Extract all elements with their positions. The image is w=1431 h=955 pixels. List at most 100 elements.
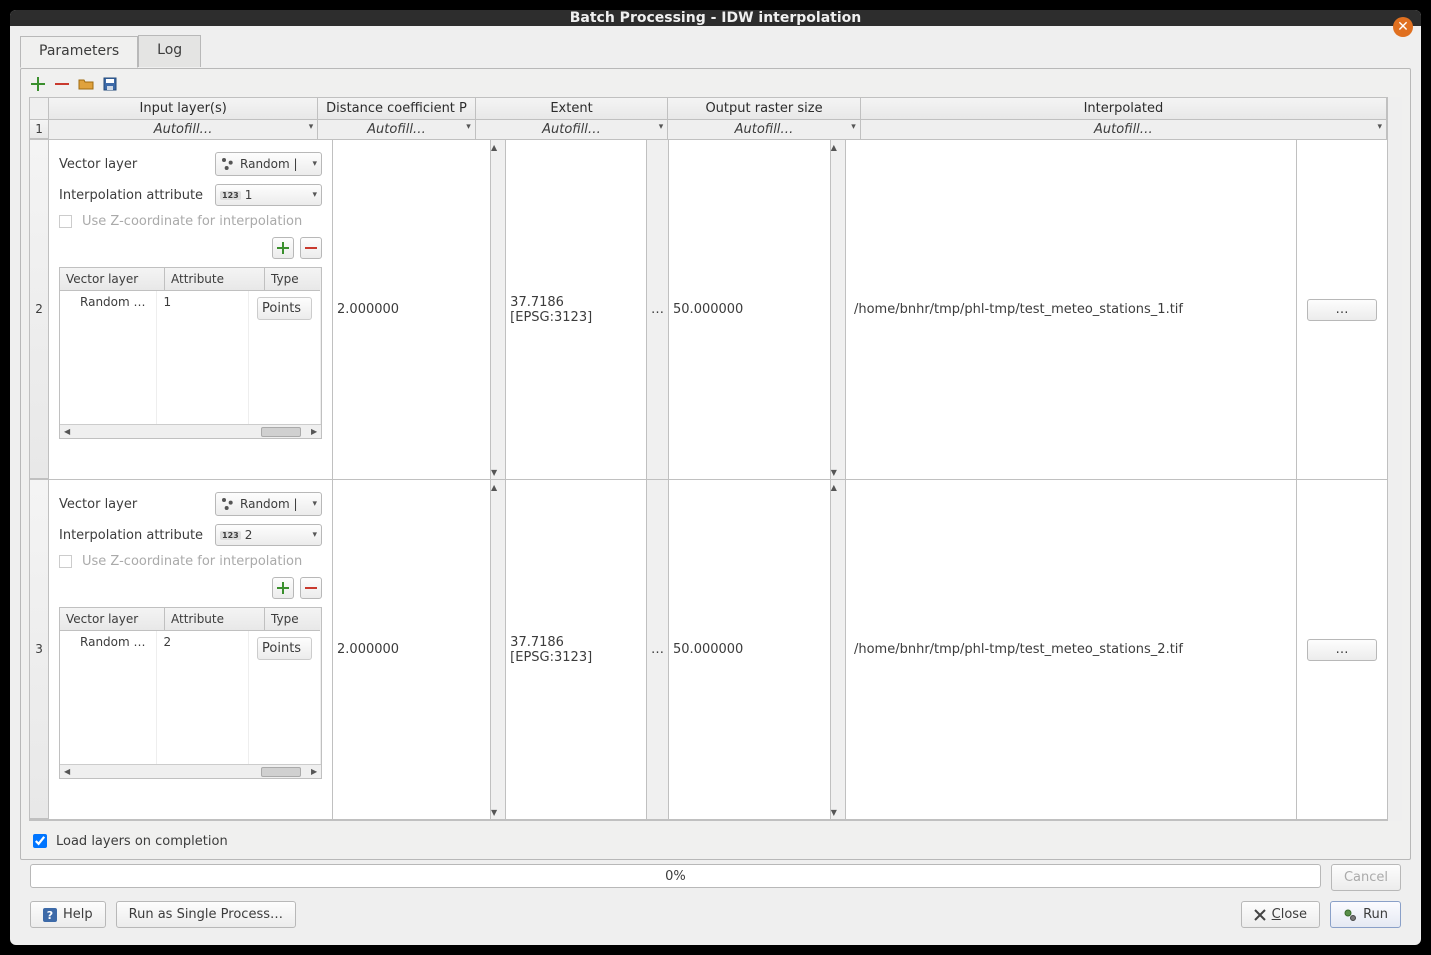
vector-layer-combo[interactable]: Random | <box>215 152 322 176</box>
cell-interpolated[interactable]: /home/bnhr/tmp/phl-tmp/test_meteo_statio… <box>846 140 1297 479</box>
add-layer-button[interactable] <box>272 237 294 259</box>
interpolated-path: /home/bnhr/tmp/phl-tmp/test_meteo_statio… <box>850 302 1292 317</box>
vector-layer-combo[interactable]: Random | <box>215 492 322 516</box>
save-icon[interactable] <box>101 75 119 93</box>
label-use-z: Use Z-coordinate for interpolation <box>82 554 302 569</box>
label-interp-attr: Interpolation attribute <box>59 528 209 543</box>
spin-up-icon[interactable]: ▲ <box>831 140 837 154</box>
scroll-left-icon[interactable]: ◀ <box>60 426 74 438</box>
inner-header-vector-layer[interactable]: Vector layer <box>60 608 165 631</box>
inner-attribute[interactable]: 2 <box>157 631 249 764</box>
cell-extent[interactable]: 37.7186 [EPSG:3123] <box>506 140 647 479</box>
run-as-single-button[interactable]: Run as Single Process… <box>116 901 296 928</box>
grid-v-scrollbar[interactable]: ▲ ▼ <box>1388 97 1402 807</box>
raster-spinner[interactable]: ▲▼ <box>831 480 846 819</box>
header-raster[interactable]: Output raster size <box>668 98 861 119</box>
autofill-interpolated[interactable]: Autofill… <box>861 120 1387 139</box>
close-button[interactable]: Close <box>1241 901 1320 928</box>
inner-header-type[interactable]: Type <box>265 268 320 291</box>
autofill-distance[interactable]: Autofill… <box>318 120 475 139</box>
open-icon[interactable] <box>77 75 95 93</box>
column-headers: Input layer(s) Distance coefficient P Ex… <box>30 98 1387 120</box>
spin-down-icon[interactable]: ▼ <box>491 465 497 479</box>
autofill-raster[interactable]: Autofill… <box>668 120 861 139</box>
inner-header-attribute[interactable]: Attribute <box>165 268 265 291</box>
label-use-z: Use Z-coordinate for interpolation <box>82 214 302 229</box>
close-icon <box>1254 909 1266 921</box>
header-distance[interactable]: Distance coefficient P <box>318 98 475 119</box>
inner-h-scrollbar[interactable]: ◀ ▶ <box>60 764 321 778</box>
cell-distance[interactable]: 2.000000 <box>333 140 491 479</box>
scroll-right-icon[interactable]: ▶ <box>307 426 321 438</box>
tab-log[interactable]: Log <box>138 35 201 67</box>
load-layers-row: Load layers on completion <box>21 827 1410 859</box>
spin-down-icon[interactable]: ▼ <box>491 805 497 819</box>
inner-h-scrollbar[interactable]: ◀ ▶ <box>60 424 321 438</box>
browse-output-button[interactable]: … <box>1307 299 1377 321</box>
add-layer-button[interactable] <box>272 577 294 599</box>
button-row: ? Help Run as Single Process… Close Run <box>20 895 1411 938</box>
distance-spinner[interactable]: ▲▼ <box>491 140 506 479</box>
distance-spinner[interactable]: ▲▼ <box>491 480 506 819</box>
help-button[interactable]: ? Help <box>30 901 106 928</box>
cell-raster[interactable]: 50.000000 <box>669 480 831 819</box>
scroll-down-icon[interactable]: ▼ <box>1388 807 1402 821</box>
input-layers-panel: Vector layer Random | Interpolation attr… <box>53 482 328 783</box>
autofill-extent[interactable]: Autofill… <box>476 120 669 139</box>
interpolated-path: /home/bnhr/tmp/phl-tmp/test_meteo_statio… <box>850 642 1292 657</box>
cell-raster[interactable]: 50.000000 <box>669 140 831 479</box>
cell-extent[interactable]: 37.7186 [EPSG:3123] <box>506 480 647 819</box>
inner-vector-layer[interactable]: Random … <box>60 631 157 764</box>
scroll-thumb[interactable] <box>261 767 301 777</box>
run-button[interactable]: Run <box>1330 901 1401 928</box>
browse-output-button[interactable]: … <box>1307 639 1377 661</box>
load-layers-checkbox[interactable] <box>33 834 47 848</box>
toolbar <box>21 69 1410 97</box>
spin-up-icon[interactable]: ▲ <box>491 480 497 494</box>
inner-header-type[interactable]: Type <box>265 608 320 631</box>
inner-type-button[interactable]: Points <box>257 297 312 320</box>
vector-layer-value: Random | <box>240 157 298 171</box>
autofill-input[interactable]: Autofill… <box>49 120 318 139</box>
table-row: 3 Vector layer Random | <box>30 480 1387 820</box>
inner-header-vector-layer[interactable]: Vector layer <box>60 268 165 291</box>
inner-header-attribute[interactable]: Attribute <box>165 608 265 631</box>
spin-up-icon[interactable]: ▲ <box>491 140 497 154</box>
interp-attr-combo[interactable]: 123 1 <box>215 184 322 206</box>
layers-inner-grid: Vector layer Attribute Type Random … 2 P… <box>59 607 322 779</box>
raster-spinner[interactable]: ▲▼ <box>831 140 846 479</box>
extent-options-button[interactable]: … <box>647 480 669 819</box>
spin-down-icon[interactable]: ▼ <box>831 465 837 479</box>
label-interp-attr: Interpolation attribute <box>59 188 209 203</box>
remove-layer-button[interactable] <box>300 577 322 599</box>
extent-value: 37.7186 [EPSG:3123] <box>510 635 642 665</box>
add-row-icon[interactable] <box>29 75 47 93</box>
header-extent[interactable]: Extent <box>476 98 669 119</box>
interp-attr-combo[interactable]: 123 2 <box>215 524 322 546</box>
remove-layer-button[interactable] <box>300 237 322 259</box>
extent-options-button[interactable]: … <box>647 140 669 479</box>
scroll-left-icon[interactable]: ◀ <box>60 766 74 778</box>
spin-up-icon[interactable]: ▲ <box>831 480 837 494</box>
window-close-button[interactable]: ✕ <box>1393 17 1413 37</box>
spin-down-icon[interactable]: ▼ <box>831 805 837 819</box>
header-input-layers[interactable]: Input layer(s) <box>49 98 318 119</box>
inner-attribute[interactable]: 1 <box>157 291 249 424</box>
use-z-checkbox <box>59 215 72 228</box>
distance-value: 2.000000 <box>337 642 399 657</box>
scroll-thumb[interactable] <box>1390 267 1400 799</box>
inner-type-button[interactable]: Points <box>257 637 312 660</box>
remove-row-icon[interactable] <box>53 75 71 93</box>
scroll-thumb[interactable] <box>261 427 301 437</box>
scroll-up-icon[interactable]: ▲ <box>1388 97 1402 111</box>
raster-value: 50.000000 <box>673 302 743 317</box>
inner-vector-layer[interactable]: Random … <box>60 291 157 424</box>
header-interpolated[interactable]: Interpolated <box>861 98 1387 119</box>
tab-parameters[interactable]: Parameters <box>20 36 138 68</box>
cell-distance[interactable]: 2.000000 <box>333 480 491 819</box>
tabs: Parameters Log <box>20 35 1411 67</box>
grid-wrap: Input layer(s) Distance coefficient P Ex… <box>29 97 1402 821</box>
cell-interpolated[interactable]: /home/bnhr/tmp/phl-tmp/test_meteo_statio… <box>846 480 1297 819</box>
scroll-right-icon[interactable]: ▶ <box>307 766 321 778</box>
vector-layer-value: Random | <box>240 497 298 511</box>
